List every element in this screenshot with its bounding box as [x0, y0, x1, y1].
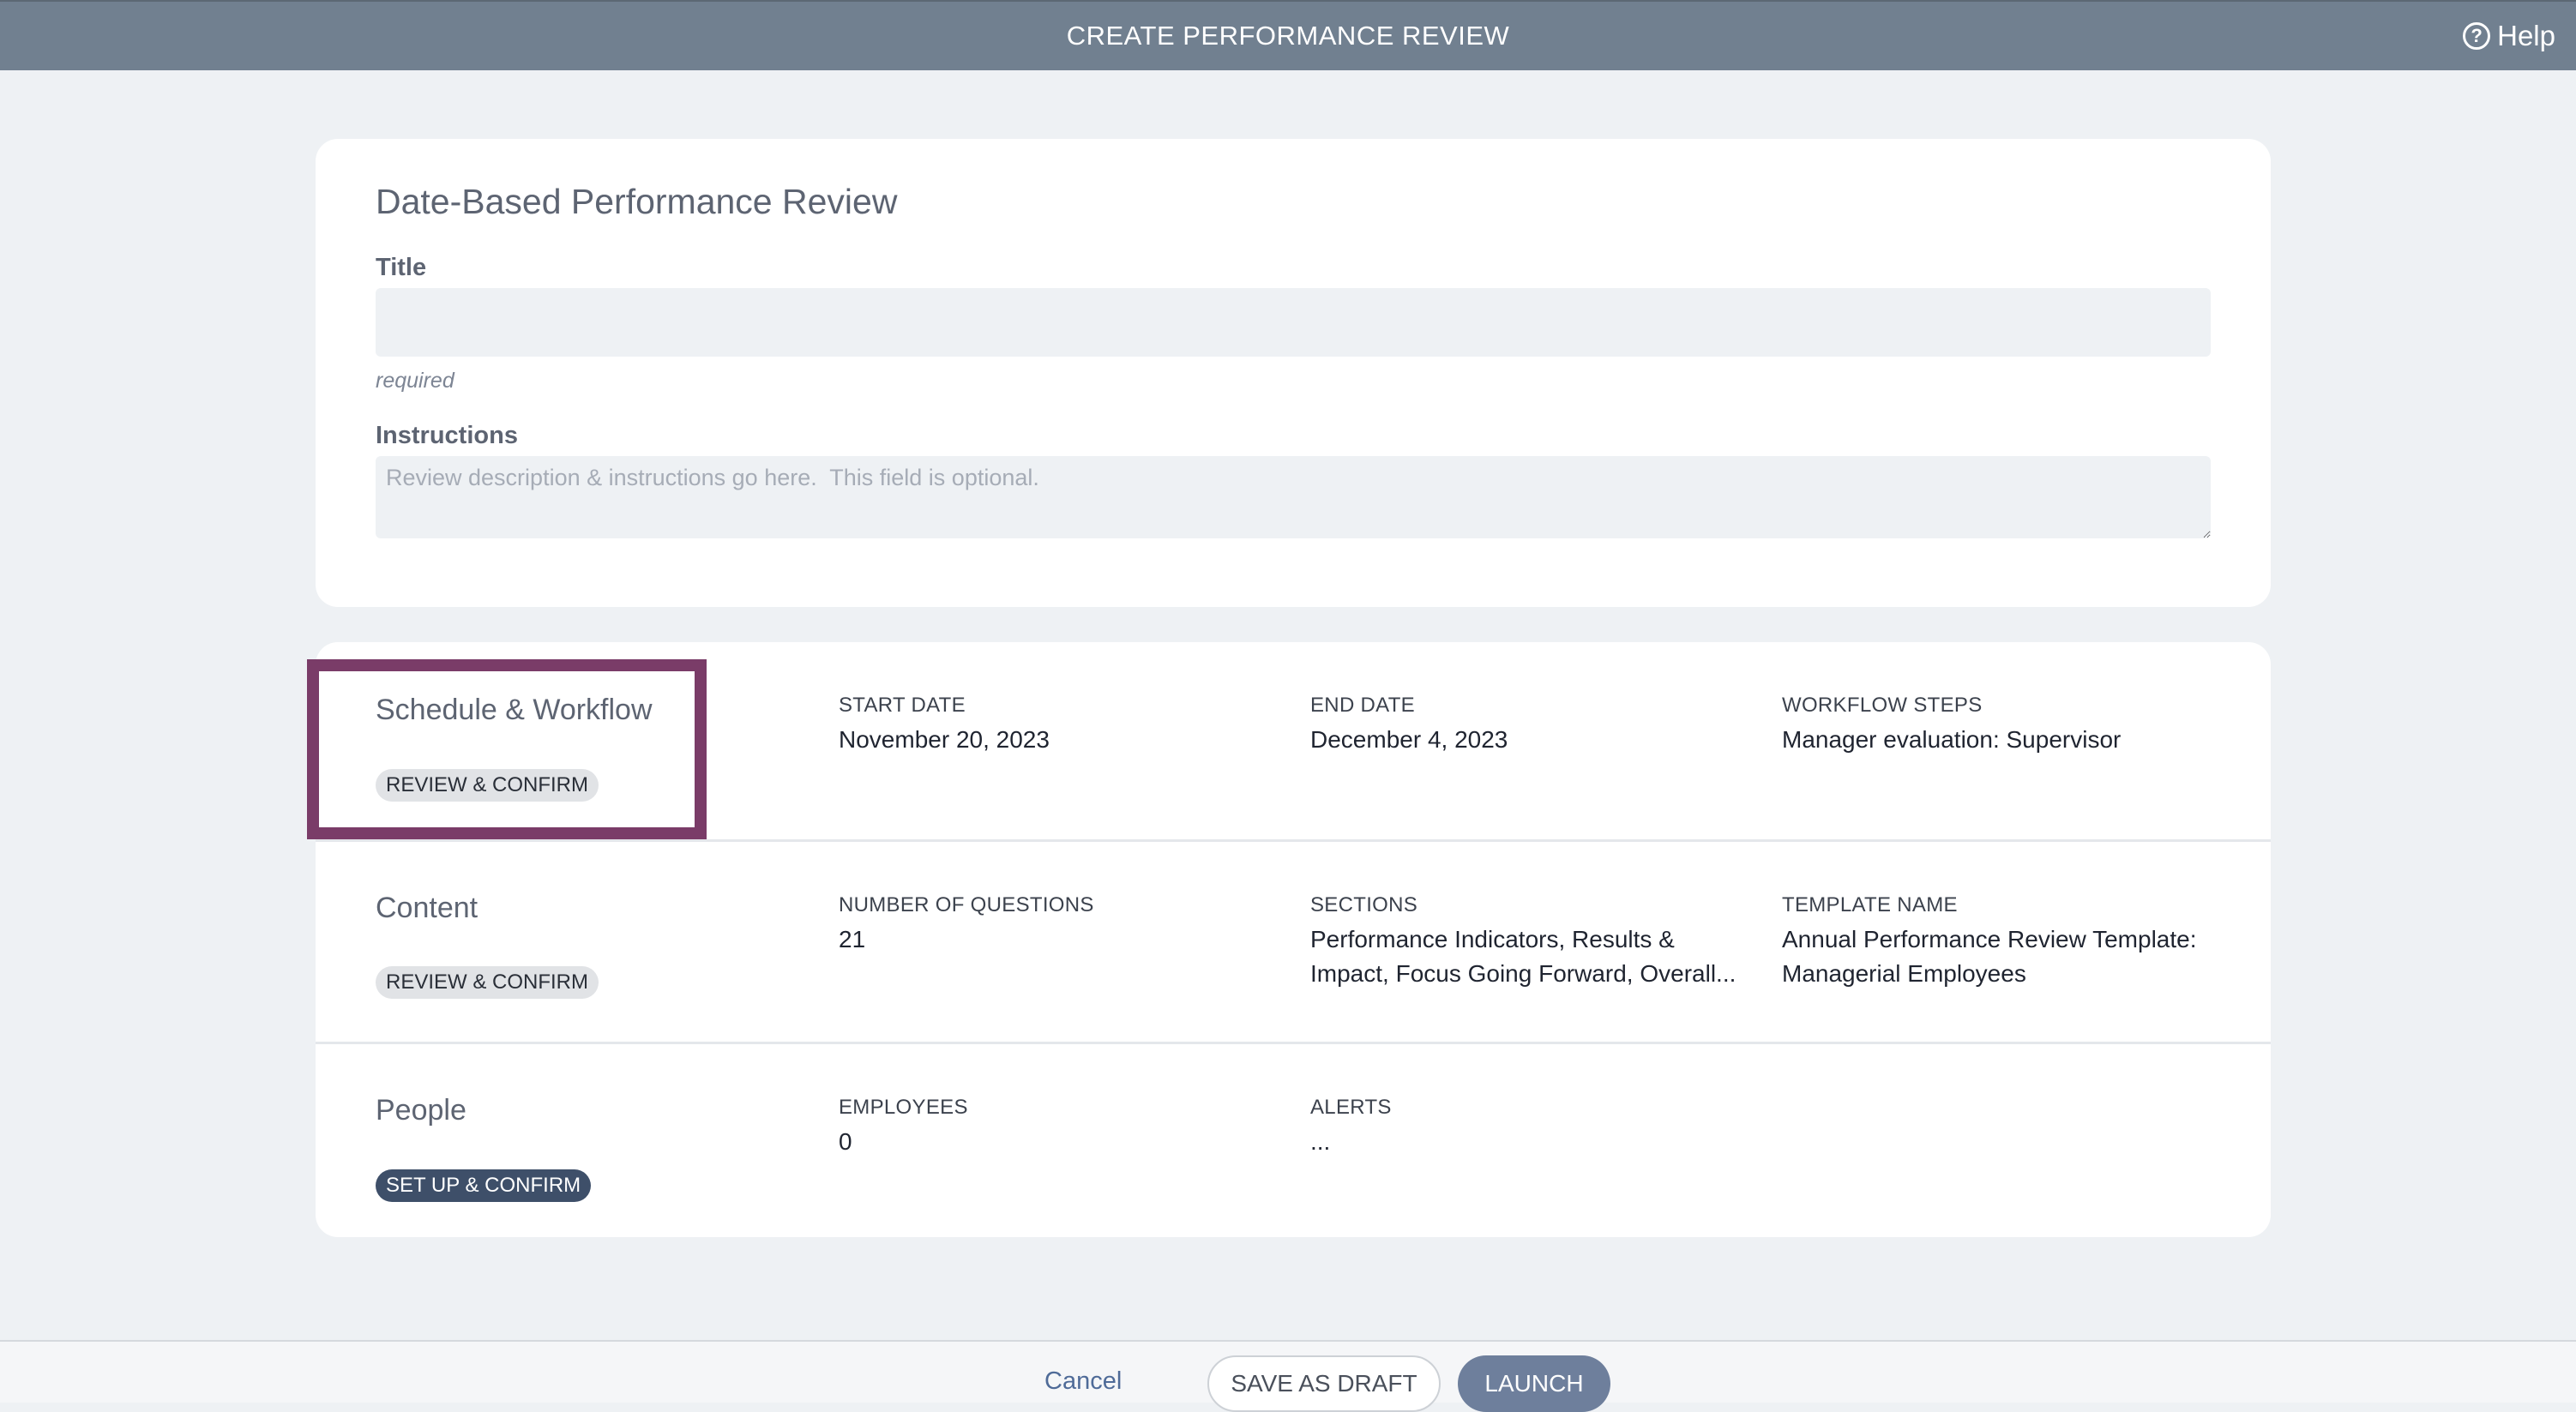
question-count-value: 21: [839, 926, 866, 952]
help-button[interactable]: ? Help: [2463, 2, 2555, 70]
review-details-card: Date-Based Performance Review Title requ…: [316, 139, 2271, 607]
review-type-heading: Date-Based Performance Review: [376, 182, 898, 221]
content-section: Content REVIEW & CONFIRM NUMBER OF QUEST…: [316, 839, 2271, 1042]
cancel-link[interactable]: Cancel: [1044, 1367, 1122, 1396]
title-required-hint: required: [376, 369, 454, 393]
sections-label: SECTIONS: [1310, 893, 1418, 916]
people-title: People: [376, 1094, 466, 1127]
people-setup-confirm-button[interactable]: SET UP & CONFIRM: [376, 1169, 592, 1202]
launch-button[interactable]: LAUNCH: [1458, 1355, 1610, 1412]
template-name-value: Annual Performance Review Template: Mana…: [1782, 926, 2197, 987]
people-section: People SET UP & CONFIRM EMPLOYEES 0 ALER…: [316, 1042, 2271, 1237]
start-date-stat: START DATE November 20, 2023: [839, 694, 1285, 757]
workflow-steps-value: Manager evaluation: Supervisor: [1782, 726, 2122, 753]
alerts-value: ...: [1310, 1128, 1331, 1155]
content-review-confirm-button[interactable]: REVIEW & CONFIRM: [376, 966, 599, 999]
sections-value: Performance Indicators, Results & Impact…: [1310, 926, 1736, 987]
end-date-value: December 4, 2023: [1310, 726, 1508, 753]
instructions-label: Instructions: [376, 422, 518, 449]
question-count-stat: NUMBER OF QUESTIONS 21: [839, 893, 1285, 957]
footer-bar: Cancel SAVE AS DRAFT LAUNCH: [0, 1340, 2576, 1412]
employees-label: EMPLOYEES: [839, 1096, 968, 1119]
start-date-value: November 20, 2023: [839, 726, 1050, 753]
page-title: CREATE PERFORMANCE REVIEW: [1066, 21, 1510, 51]
employees-value: 0: [839, 1128, 852, 1155]
top-bar: CREATE PERFORMANCE REVIEW ? Help: [0, 0, 2576, 70]
content-title: Content: [376, 892, 478, 924]
sections-stat: SECTIONS Performance Indicators, Results…: [1310, 893, 1756, 991]
workflow-steps-stat: WORKFLOW STEPS Manager evaluation: Super…: [1782, 694, 2228, 757]
schedule-workflow-title: Schedule & Workflow: [376, 694, 653, 726]
end-date-stat: END DATE December 4, 2023: [1310, 694, 1756, 757]
instructions-textarea[interactable]: [376, 456, 2211, 538]
alerts-stat: ALERTS ...: [1310, 1096, 1756, 1159]
end-date-label: END DATE: [1310, 694, 1415, 717]
review-summary-card: Schedule & Workflow REVIEW & CONFIRM STA…: [316, 642, 2271, 1237]
employees-stat: EMPLOYEES 0: [839, 1096, 1285, 1159]
help-label: Help: [2497, 20, 2555, 51]
question-count-label: NUMBER OF QUESTIONS: [839, 893, 1094, 916]
workflow-steps-label: WORKFLOW STEPS: [1782, 694, 1983, 717]
schedule-review-confirm-button[interactable]: REVIEW & CONFIRM: [376, 769, 599, 802]
template-name-stat: TEMPLATE NAME Annual Performance Review …: [1782, 893, 2228, 991]
start-date-label: START DATE: [839, 694, 966, 717]
template-name-label: TEMPLATE NAME: [1782, 893, 1958, 916]
save-as-draft-button[interactable]: SAVE AS DRAFT: [1207, 1355, 1441, 1412]
schedule-workflow-section: Schedule & Workflow REVIEW & CONFIRM STA…: [316, 642, 2271, 839]
question-circle-icon: ?: [2463, 22, 2491, 50]
title-input[interactable]: [376, 288, 2211, 357]
title-label: Title: [376, 254, 427, 281]
alerts-label: ALERTS: [1310, 1096, 1392, 1119]
